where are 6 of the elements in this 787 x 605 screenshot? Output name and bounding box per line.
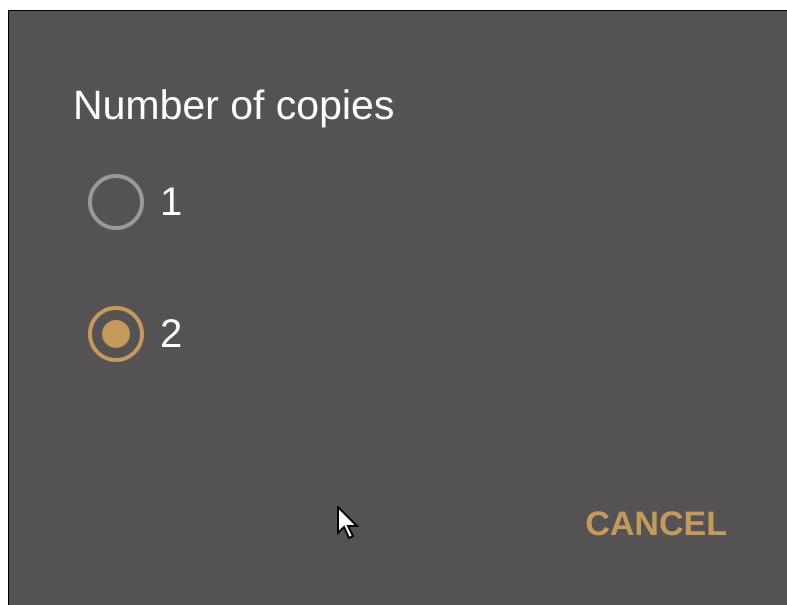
mouse-cursor-icon — [337, 506, 359, 540]
radio-checked-icon — [88, 306, 144, 362]
dialog-title: Number of copies — [73, 81, 396, 129]
radio-option[interactable]: 1 — [73, 155, 182, 249]
radio-unchecked-icon — [88, 174, 144, 230]
radio-option[interactable]: 2 — [73, 287, 182, 381]
